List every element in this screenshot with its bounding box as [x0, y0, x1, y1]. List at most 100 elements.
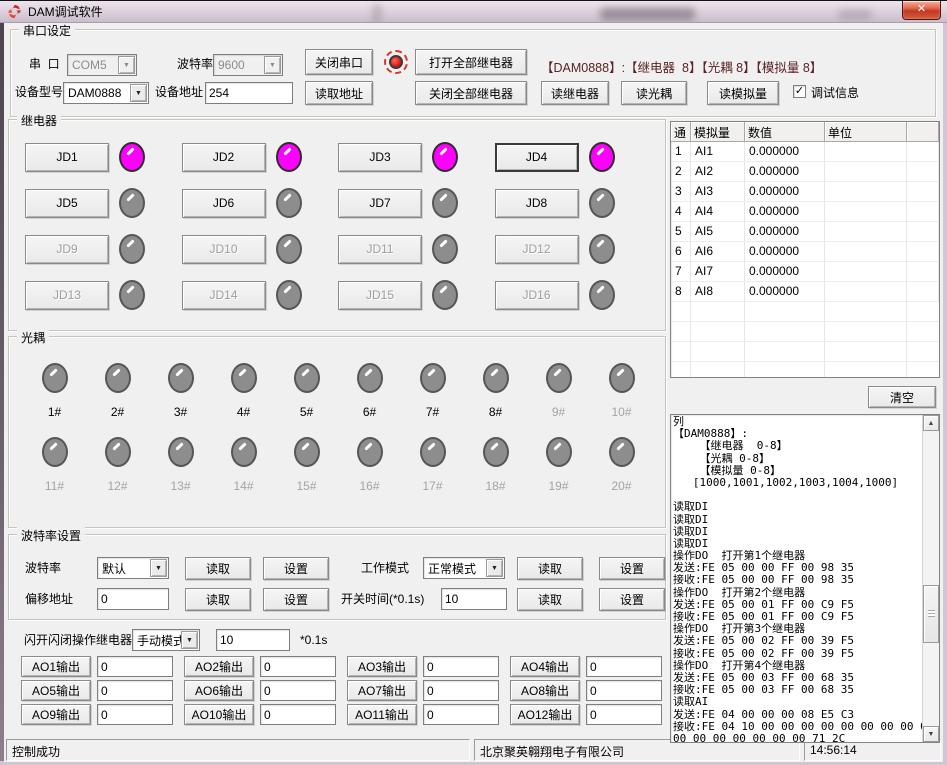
chevron-down-icon[interactable]: ▼: [486, 559, 503, 577]
read-analog-button[interactable]: 读模拟量: [707, 81, 779, 105]
ao-output-button[interactable]: AO4输出: [510, 656, 580, 677]
ao-output-button[interactable]: AO12输出: [510, 704, 580, 725]
relay-button[interactable]: JD16: [495, 281, 579, 310]
relay-button[interactable]: JD3: [338, 143, 422, 172]
ao-output-input[interactable]: [260, 656, 336, 677]
chevron-down-icon[interactable]: ▼: [181, 631, 198, 649]
ao-output-input[interactable]: [97, 680, 173, 701]
ao-output-input[interactable]: [423, 704, 499, 725]
baud-set-button[interactable]: 设置: [263, 557, 329, 580]
chevron-down-icon[interactable]: ▼: [150, 559, 167, 577]
ao-output-input[interactable]: [423, 656, 499, 677]
ao-output-button[interactable]: AO11输出: [347, 704, 417, 725]
opto-channel-label: 15#: [296, 479, 316, 493]
column-header-unit[interactable]: 单位: [825, 122, 907, 142]
relay-button[interactable]: JD14: [182, 281, 266, 310]
close-button[interactable]: ✕: [902, 1, 941, 20]
log-content[interactable]: 列【DAM0888】: 【继电器 0-8】 【光耦 0-8】 【模拟量 0-8】…: [671, 415, 922, 742]
read-opto-button[interactable]: 读光耦: [621, 81, 687, 105]
table-row[interactable]: 4 AI4 0.000000: [671, 202, 939, 222]
workmode-set-button[interactable]: 设置: [599, 557, 665, 580]
ao-output-button[interactable]: AO8输出: [510, 680, 580, 701]
scroll-up-icon[interactable]: ▲: [923, 415, 939, 431]
log-panel[interactable]: 列【DAM0888】: 【继电器 0-8】 【光耦 0-8】 【模拟量 0-8】…: [670, 414, 940, 743]
ao-output-button[interactable]: AO10输出: [184, 704, 254, 725]
relay-button[interactable]: JD11: [338, 235, 422, 264]
offset-set-button[interactable]: 设置: [263, 588, 329, 611]
read-address-button[interactable]: 读取地址: [305, 81, 373, 105]
ao-output-input[interactable]: [260, 704, 336, 725]
column-header-value[interactable]: 数值: [745, 122, 825, 142]
ao-cell: AO12输出: [510, 704, 673, 725]
chevron-down-icon[interactable]: ▼: [130, 84, 147, 102]
relay-button[interactable]: JD13: [25, 281, 109, 310]
relay-button[interactable]: JD2: [182, 143, 266, 172]
switch-time-set-button[interactable]: 设置: [599, 588, 665, 611]
ao-output-button[interactable]: AO3输出: [347, 656, 417, 677]
column-header-analog[interactable]: 模拟量: [691, 122, 745, 142]
title-bar[interactable]: DAM调试软件: [0, 1, 947, 23]
table-row[interactable]: 7 AI7 0.000000: [671, 262, 939, 282]
ao-output-input[interactable]: [97, 704, 173, 725]
column-header-extra[interactable]: [907, 122, 939, 142]
relay-button[interactable]: JD10: [182, 235, 266, 264]
close-all-relays-button[interactable]: 关闭全部继电器: [415, 81, 527, 105]
table-row[interactable]: 8 AI8 0.000000: [671, 282, 939, 302]
device-address-input[interactable]: [205, 82, 293, 104]
flash-mode-combo[interactable]: 手动模式 ▼: [132, 629, 200, 651]
switch-time-input[interactable]: [441, 588, 507, 610]
table-row[interactable]: 5 AI5 0.000000: [671, 222, 939, 242]
log-scrollbar[interactable]: ▲ ▼: [922, 415, 939, 742]
relay-button[interactable]: JD9: [25, 235, 109, 264]
scrollbar-thumb[interactable]: [923, 585, 939, 643]
read-relay-button[interactable]: 读继电器: [541, 81, 609, 105]
ao-output-button[interactable]: AO2输出: [184, 656, 254, 677]
ao-output-input[interactable]: [586, 680, 662, 701]
offset-address-input[interactable]: [97, 588, 169, 610]
serial-port-combo[interactable]: COM5 ▼: [67, 54, 137, 76]
cell-unit: [825, 182, 907, 202]
ao-output-button[interactable]: AO7输出: [347, 680, 417, 701]
chevron-down-icon[interactable]: ▼: [118, 56, 135, 74]
ao-output-input[interactable]: [423, 680, 499, 701]
open-all-relays-button[interactable]: 打开全部继电器: [415, 49, 527, 75]
flash-operation-label: 闪开闪闭操作继电器: [24, 633, 132, 647]
table-row[interactable]: 2 AI2 0.000000: [671, 162, 939, 182]
ao-cell: AO6输出: [184, 680, 347, 701]
column-header-channel[interactable]: 通: [671, 122, 691, 142]
baud-read-button[interactable]: 读取: [185, 557, 251, 580]
clear-log-button[interactable]: 清空: [868, 386, 936, 408]
flash-time-input[interactable]: [216, 629, 290, 651]
table-row[interactable]: 1 AI1 0.000000: [671, 142, 939, 162]
log-line: 读取AI: [673, 696, 922, 708]
workmode-read-button[interactable]: 读取: [517, 557, 583, 580]
ao-output-input[interactable]: [586, 704, 662, 725]
ao-output-input[interactable]: [586, 656, 662, 677]
close-serial-button[interactable]: 关闭串口: [305, 49, 373, 75]
table-row[interactable]: 6 AI6 0.000000: [671, 242, 939, 262]
relay-button[interactable]: JD15: [338, 281, 422, 310]
scroll-down-icon[interactable]: ▼: [923, 726, 939, 742]
ao-output-input[interactable]: [260, 680, 336, 701]
relay-button[interactable]: JD6: [182, 189, 266, 218]
chevron-down-icon[interactable]: ▼: [264, 56, 281, 74]
relay-button[interactable]: JD7: [338, 189, 422, 218]
ao-output-button[interactable]: AO1输出: [21, 656, 91, 677]
offset-read-button[interactable]: 读取: [185, 588, 251, 611]
switch-time-read-button[interactable]: 读取: [517, 588, 583, 611]
workmode-combo[interactable]: 正常模式 ▼: [423, 557, 505, 579]
relay-button[interactable]: JD8: [495, 189, 579, 218]
baudrate-combo[interactable]: 9600 ▼: [213, 54, 283, 76]
baud-setting-combo[interactable]: 默认 ▼: [97, 557, 169, 579]
ao-output-button[interactable]: AO5输出: [21, 680, 91, 701]
ao-output-button[interactable]: AO6输出: [184, 680, 254, 701]
relay-button[interactable]: JD4: [495, 143, 579, 172]
ao-output-button[interactable]: AO9输出: [21, 704, 91, 725]
ao-output-input[interactable]: [97, 656, 173, 677]
relay-button[interactable]: JD5: [25, 189, 109, 218]
device-model-combo[interactable]: DAM0888 ▼: [63, 82, 149, 104]
debug-info-checkbox[interactable]: ✓: [793, 85, 806, 98]
table-row[interactable]: 3 AI3 0.000000: [671, 182, 939, 202]
relay-button[interactable]: JD12: [495, 235, 579, 264]
relay-button[interactable]: JD1: [25, 143, 109, 172]
